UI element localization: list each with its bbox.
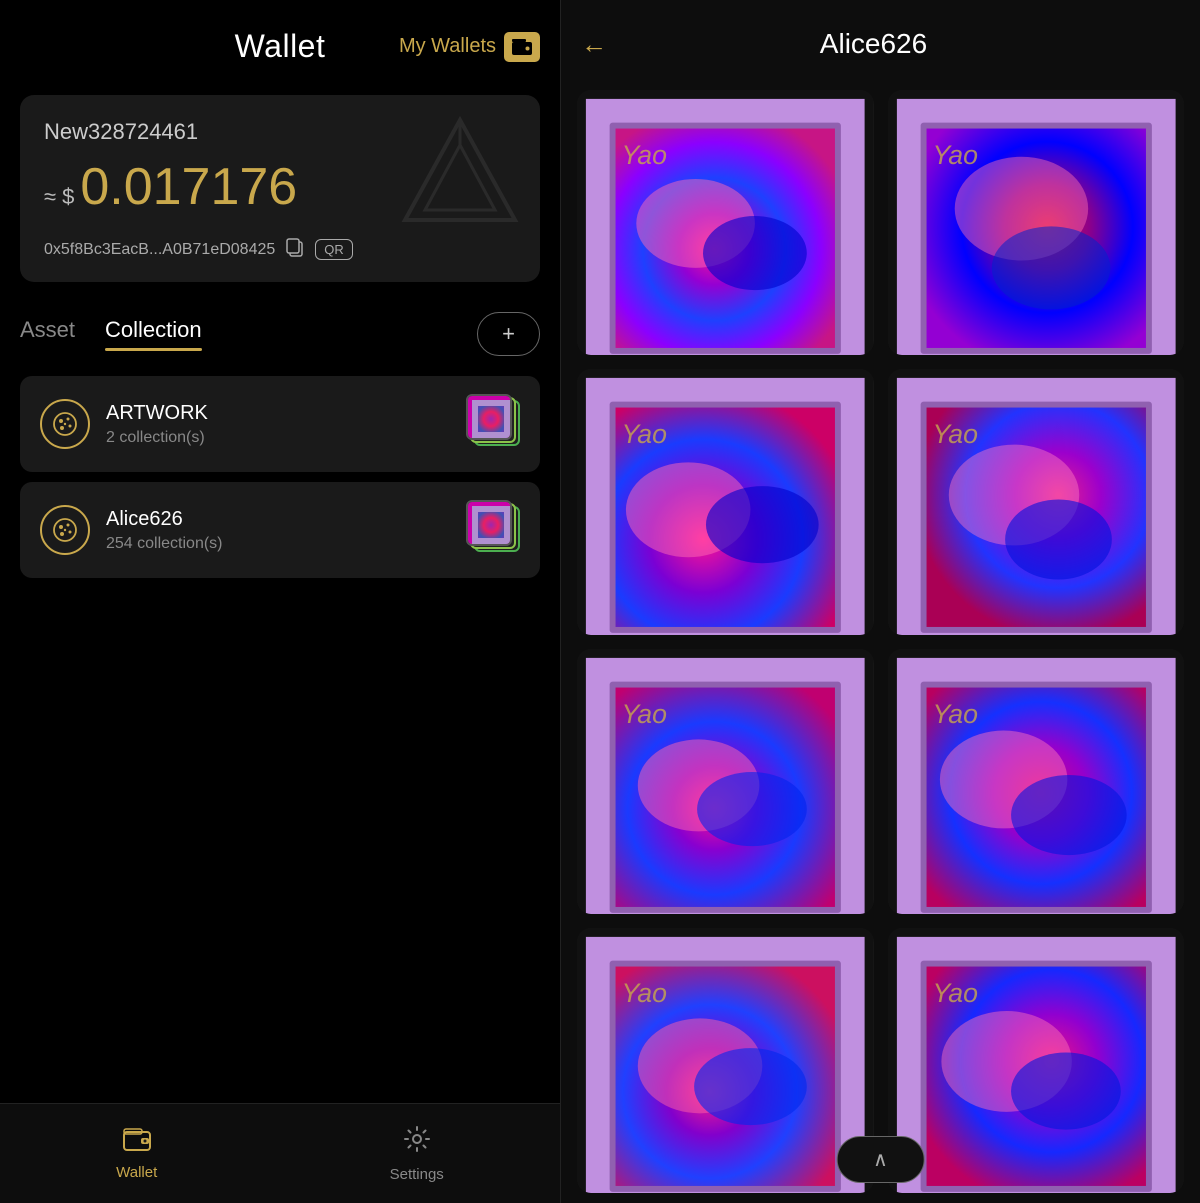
scroll-up-button[interactable]: ∧ (836, 1136, 925, 1183)
svg-text:Yao: Yao (621, 978, 666, 1008)
nav-settings[interactable]: Settings (390, 1125, 444, 1183)
bottom-nav: Wallet Settings (0, 1103, 560, 1203)
nft-image-2: Yao (577, 369, 874, 634)
artwork-icon (40, 399, 90, 449)
nft-card-3[interactable]: Yao 《风入松》 (888, 369, 1185, 634)
right-title: Alice626 (607, 28, 1140, 60)
svg-text:Yao: Yao (932, 419, 977, 449)
nft-image-4: Yao (577, 649, 874, 914)
svg-text:Yao: Yao (621, 699, 666, 729)
wallet-nav-label: Wallet (116, 1164, 157, 1181)
nft-card-0[interactable]: Yao 《风入松》 (577, 90, 874, 355)
nft-image-6: Yao (577, 928, 874, 1193)
tabs-row: Asset Collection + (0, 292, 560, 356)
settings-nav-label: Settings (390, 1166, 444, 1183)
right-header: ← Alice626 (561, 0, 1200, 80)
svg-text:Yao: Yao (932, 978, 977, 1008)
collection-list: ARTWORK 2 collection(s) (20, 376, 540, 578)
alice626-thumbnail (460, 500, 520, 560)
tab-asset[interactable]: Asset (20, 317, 75, 351)
my-wallets-label: My Wallets (399, 35, 496, 58)
right-panel: ← Alice626 (561, 0, 1200, 1203)
wallet-title: Wallet (235, 28, 326, 65)
alice626-name: Alice626 (106, 508, 444, 531)
alice626-count: 254 collection(s) (106, 535, 444, 553)
qr-button[interactable]: QR (315, 239, 353, 260)
nft-grid: Yao 《风入松》 (561, 80, 1200, 1203)
nft-card-4[interactable]: Yao 《风入松》 (577, 649, 874, 914)
artwork-info: ARTWORK 2 collection(s) (106, 402, 444, 447)
svg-text:Yao: Yao (621, 419, 666, 449)
artwork-name: ARTWORK (106, 402, 444, 425)
nft-card-7[interactable]: Yao 《风入松》 (888, 928, 1185, 1193)
nft-image-0: Yao (577, 90, 874, 355)
back-button[interactable]: ← (581, 29, 607, 60)
svg-text:Yao: Yao (621, 140, 666, 170)
wallet-icon (504, 32, 540, 62)
nft-image-7: Yao (888, 928, 1185, 1193)
wallet-address-row: 0x5f8Bc3EacB...A0B71eD08425 QR (44, 237, 516, 262)
nft-card-2[interactable]: Yao 《风入松》 (577, 369, 874, 634)
scroll-up-icon: ∧ (873, 1149, 888, 1171)
alice626-info: Alice626 254 collection(s) (106, 508, 444, 553)
nft-card-1[interactable]: Yao 《风入松》 (888, 90, 1185, 355)
copy-icon[interactable] (285, 237, 305, 262)
wallet-nav-icon (123, 1127, 151, 1158)
wallet-card: New328724461 ≈ $ 0.017176 0x5f8Bc3EacB..… (20, 95, 540, 282)
nft-image-1: Yao (888, 90, 1185, 355)
left-panel: Wallet My Wallets New328724461 ≈ (0, 0, 560, 1203)
artwork-thumbnail (460, 394, 520, 454)
nft-card-6[interactable]: Yao 《风入松》 (577, 928, 874, 1193)
nft-image-5: Yao (888, 649, 1185, 914)
tab-collection[interactable]: Collection (105, 317, 202, 351)
collection-item-alice626[interactable]: Alice626 254 collection(s) (20, 482, 540, 578)
wallet-address: 0x5f8Bc3EacB...A0B71eD08425 (44, 241, 275, 259)
nft-image-3: Yao (888, 369, 1185, 634)
svg-text:Yao: Yao (932, 699, 977, 729)
dollar-sign: $ (62, 184, 74, 210)
add-button[interactable]: + (477, 312, 540, 356)
my-wallets-button[interactable]: My Wallets (399, 32, 540, 62)
wallet-balance: 0.017176 (80, 157, 297, 217)
nav-wallet[interactable]: Wallet (116, 1127, 157, 1181)
settings-nav-icon (403, 1125, 431, 1160)
svg-text:Yao: Yao (932, 140, 977, 170)
alice626-icon (40, 505, 90, 555)
left-header: Wallet My Wallets (0, 0, 560, 85)
collection-item-artwork[interactable]: ARTWORK 2 collection(s) (20, 376, 540, 472)
artwork-count: 2 collection(s) (106, 429, 444, 447)
approx-sign: ≈ (44, 184, 56, 210)
triangle-watermark (400, 115, 520, 230)
nft-card-5[interactable]: Yao 《风入松》 (888, 649, 1185, 914)
